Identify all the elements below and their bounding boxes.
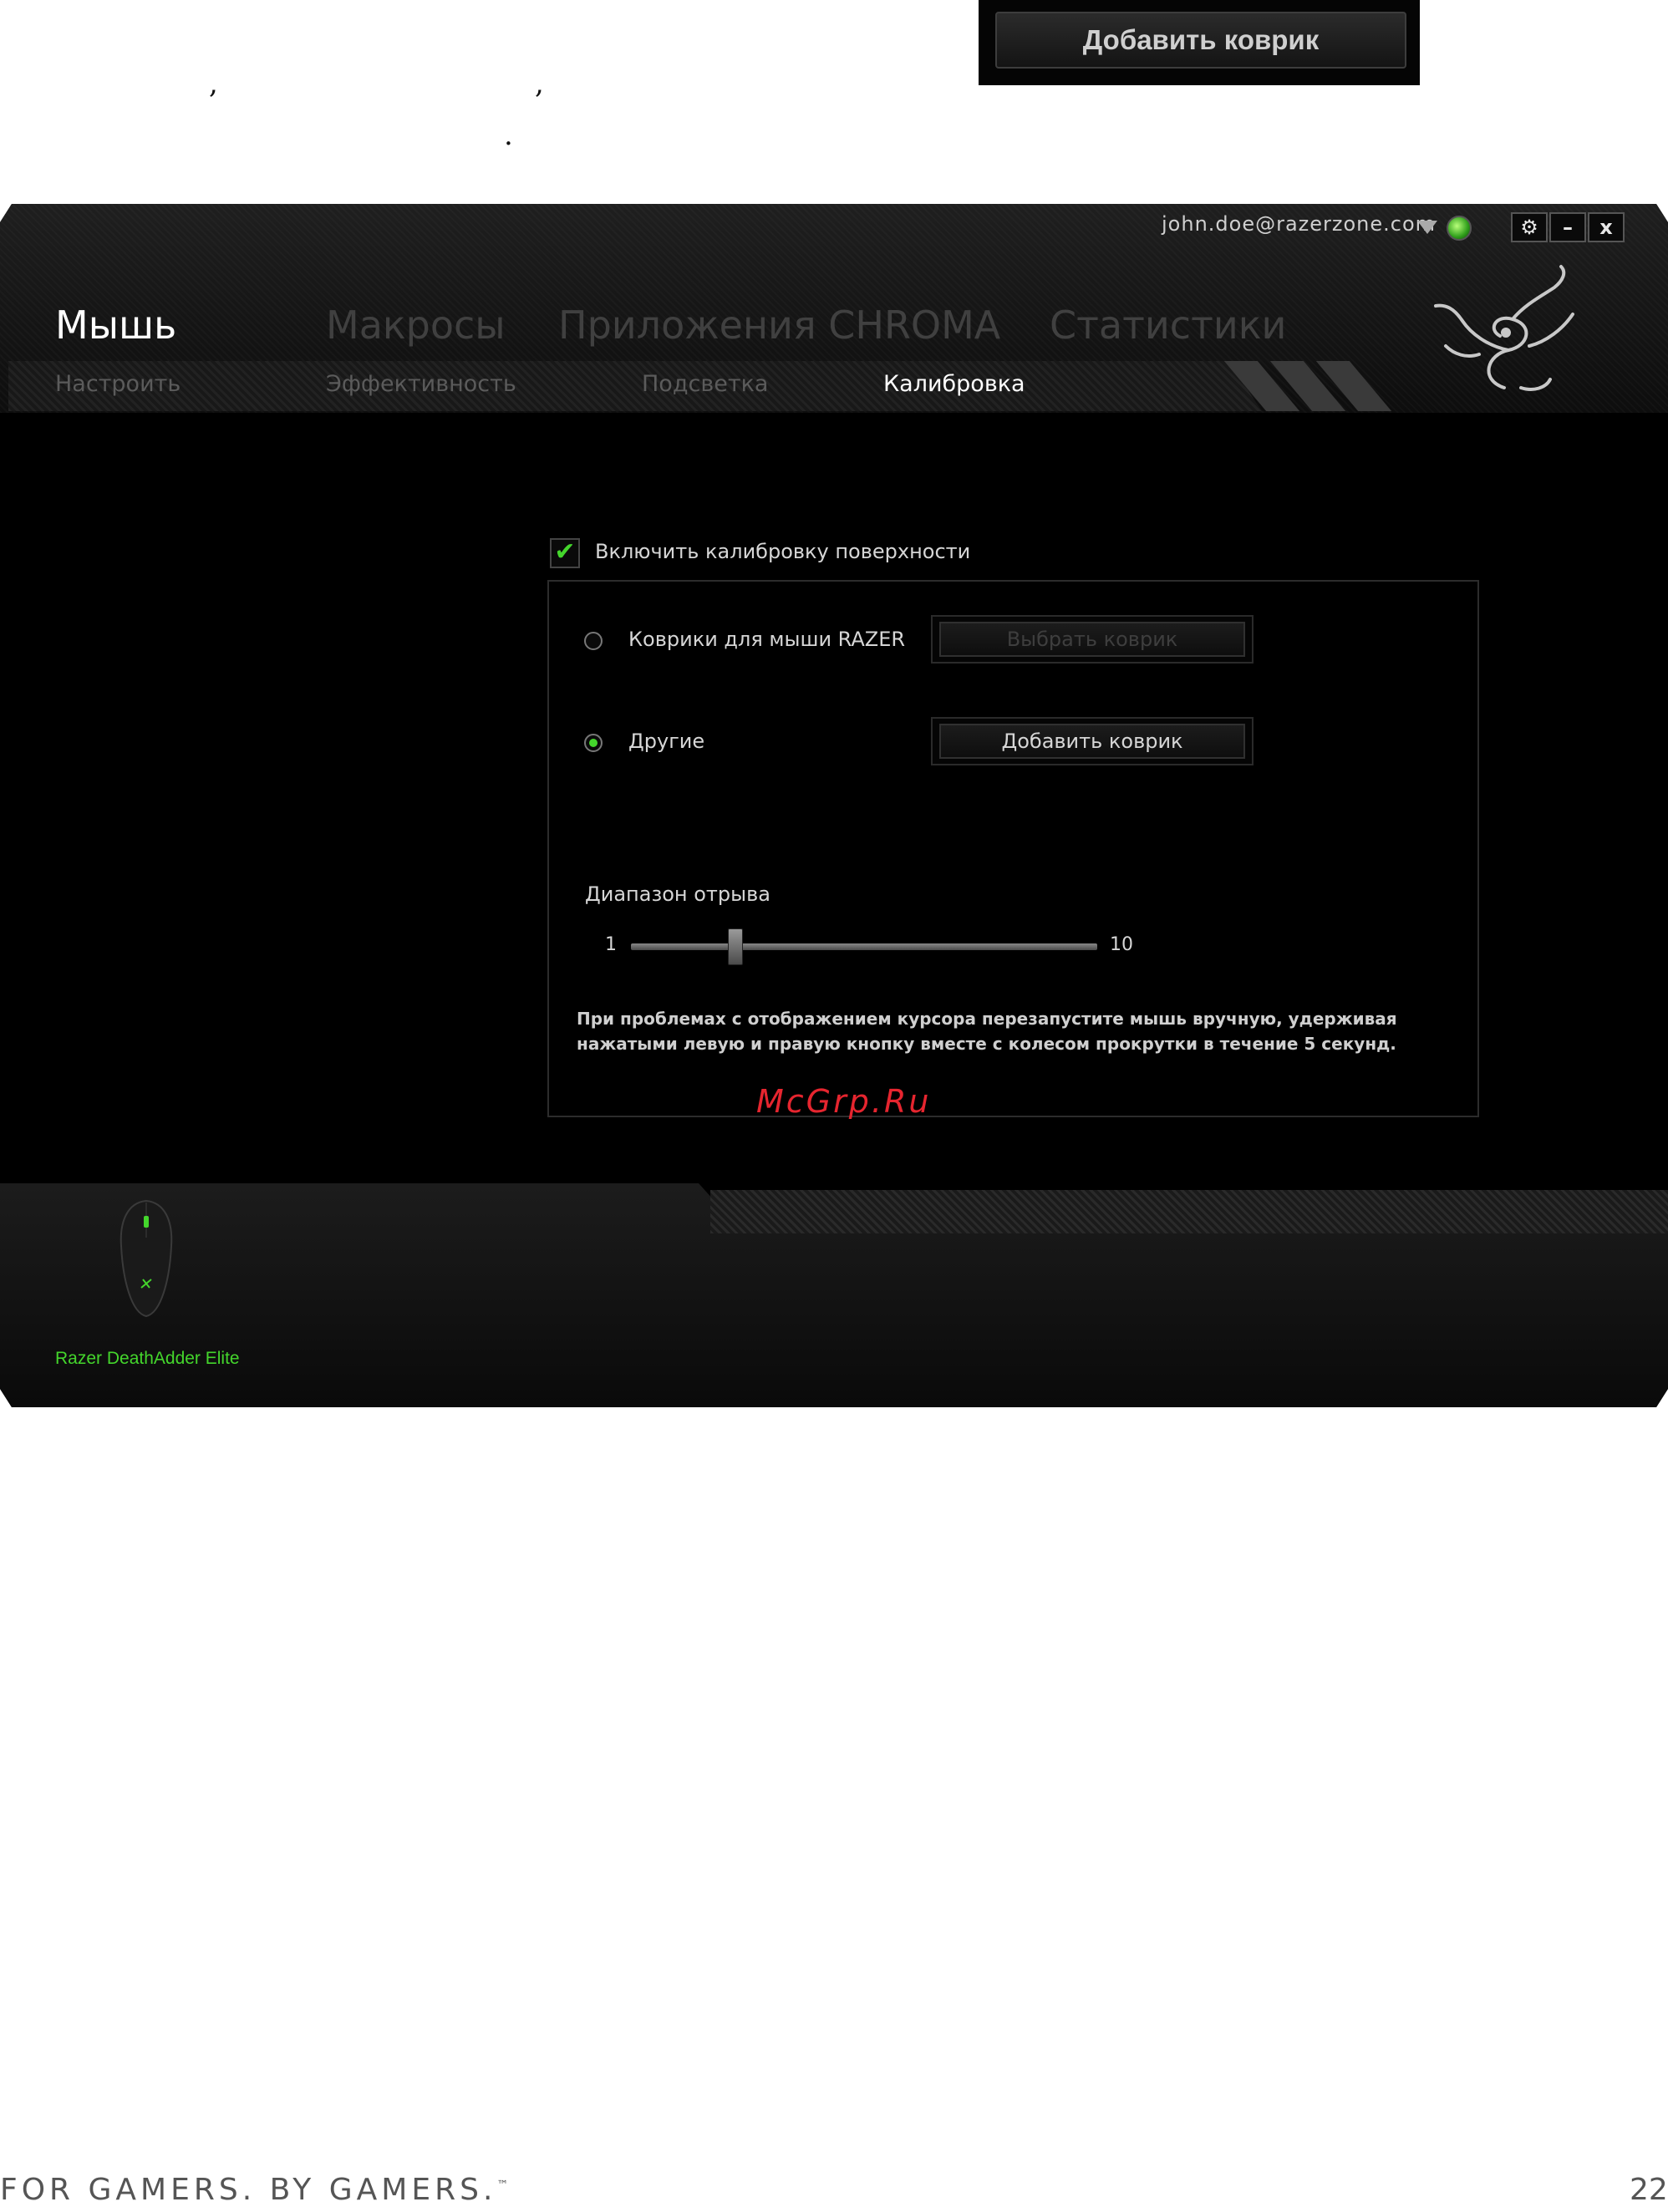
subtab-lighting[interactable]: Подсветка [642, 371, 768, 397]
select-pad-button[interactable]: Выбрать коврик [939, 622, 1245, 657]
liftoff-slider-track[interactable] [631, 943, 1097, 950]
liftoff-max-label: 10 [1110, 934, 1133, 955]
settings-button[interactable]: ⚙ [1511, 212, 1548, 242]
snippet-add-pad-image: Добавить коврик [979, 0, 1420, 85]
user-email[interactable]: john.doe@razerzone.com [1162, 212, 1436, 236]
subtab-performance[interactable]: Эффективность [326, 371, 516, 397]
razer-snake-logo-icon [1434, 265, 1574, 391]
subnav-bar [8, 361, 1262, 411]
trademark-mark: ™ [496, 2179, 509, 2192]
enable-calibration-checkbox[interactable]: ✔ [550, 538, 580, 568]
manual-comma-1: , [209, 67, 218, 100]
select-pad-button-frame: Выбрать коврик [931, 615, 1254, 664]
footer-texture-strip [710, 1190, 1668, 1233]
tab-stats[interactable]: Статистики [1050, 303, 1286, 348]
tagline-text: FOR GAMERS. BY GAMERS. [0, 2173, 497, 2207]
add-pad-button-frame: Добавить коврик [931, 717, 1254, 765]
subtab-calibration[interactable]: Калибровка [883, 371, 1025, 397]
device-name[interactable]: Razer DeathAdder Elite [55, 1349, 240, 1369]
synapse-window: john.doe@razerzone.com ⚙ – x Мышь Макрос… [0, 204, 1668, 1407]
minimize-button[interactable]: – [1549, 212, 1586, 242]
razer-pads-label: Коврики для мыши RAZER [628, 628, 906, 651]
hint-line-1: При проблемах с отображением курсора пер… [577, 1009, 1397, 1029]
radio-other-pads[interactable] [584, 734, 603, 752]
radio-razer-pads[interactable] [584, 632, 603, 650]
online-status-icon[interactable] [1447, 216, 1472, 241]
enable-calibration-label: Включить калибровку поверхности [595, 540, 971, 563]
close-button[interactable]: x [1588, 212, 1625, 242]
account-dropdown-icon[interactable] [1417, 221, 1437, 234]
liftoff-range-label: Диапазон отрыва [585, 882, 770, 906]
liftoff-slider-thumb[interactable] [728, 928, 743, 965]
page-tagline: FOR GAMERS. BY GAMERS.™ [0, 2173, 508, 2207]
page-number: 22 [1630, 2173, 1668, 2207]
tab-chroma-apps[interactable]: Приложения CHROMA [558, 303, 1000, 348]
snippet-add-pad-button: Добавить коврик [995, 12, 1406, 69]
liftoff-min-label: 1 [605, 934, 617, 955]
other-pads-label: Другие [628, 730, 705, 753]
hint-line-2: нажатыми левую и правую кнопку вместе с … [577, 1034, 1396, 1054]
manual-comma-2: , [535, 67, 544, 100]
tab-macros[interactable]: Макросы [326, 303, 506, 348]
add-pad-button[interactable]: Добавить коврик [939, 724, 1245, 759]
deathadder-mouse-image[interactable] [113, 1196, 180, 1321]
tab-mouse[interactable]: Мышь [55, 303, 176, 348]
subtab-customize[interactable]: Настроить [55, 371, 181, 397]
watermark: McGrp.Ru [756, 1083, 932, 1120]
manual-period: . [504, 119, 513, 152]
